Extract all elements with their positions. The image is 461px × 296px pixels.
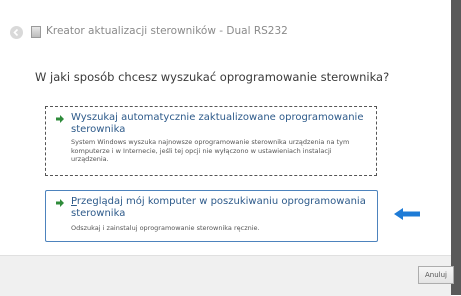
wizard-footer: Anuluj <box>0 255 454 296</box>
browse-computer-description: Odszukaj i zainstaluj oprogramowanie ste… <box>71 224 260 232</box>
cancel-button[interactable]: Anuluj <box>418 266 454 284</box>
hardware-wizard-icon <box>31 26 41 38</box>
browse-computer-title: Przeglądaj mój komputer w poszukiwaniu o… <box>71 196 366 219</box>
back-arrow-icon <box>13 28 19 37</box>
back-button[interactable] <box>10 26 23 39</box>
search-automatically-option[interactable]: Wyszukaj automatycznie zaktualizowane op… <box>45 106 377 176</box>
wizard-titlebar: Kreator aktualizacji sterowników - Dual … <box>0 0 461 40</box>
driver-update-wizard: Kreator aktualizacji sterowników - Dual … <box>0 0 461 296</box>
wizard-title: Kreator aktualizacji sterowników - Dual … <box>46 25 288 37</box>
browse-computer-option[interactable]: Przeglądaj mój komputer w poszukiwaniu o… <box>45 190 378 242</box>
window-edge <box>451 0 461 295</box>
green-arrow-icon <box>56 199 64 207</box>
green-arrow-icon <box>56 115 64 123</box>
search-automatically-description: System Windows wyszuka najnowsze oprogra… <box>71 138 350 163</box>
search-automatically-title: Wyszukaj automatycznie zaktualizowane op… <box>71 112 364 135</box>
dialog-question: W jaki sposób chcesz wyszukać oprogramow… <box>35 70 390 84</box>
blue-pointer-arrow-icon <box>394 208 420 220</box>
